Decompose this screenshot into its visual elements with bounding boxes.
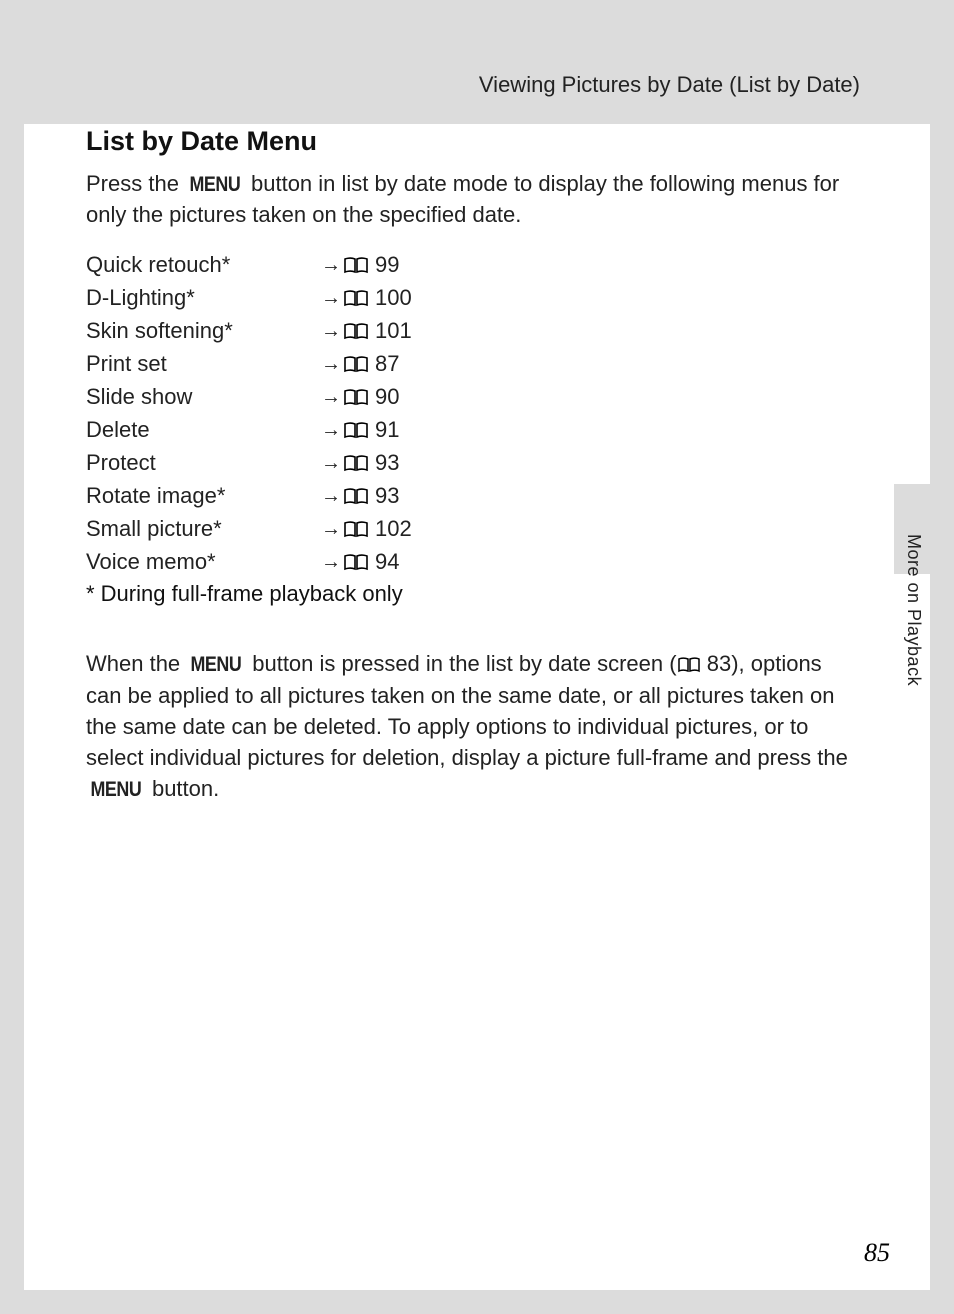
menu-item-label: Voice memo* — [86, 549, 321, 575]
footnote: * During full-frame playback only — [86, 581, 856, 607]
book-icon — [343, 323, 369, 340]
menu-item-label: Skin softening* — [86, 318, 321, 344]
menu-list: Quick retouch*→99D-Lighting*→100Skin sof… — [86, 249, 856, 579]
menu-row: Print set→ 87 — [86, 348, 856, 381]
page-reference: 100 — [375, 285, 412, 311]
menu-row: Small picture*→ 102 — [86, 513, 856, 546]
menu-row: Voice memo*→ 94 — [86, 546, 856, 579]
page: Viewing Pictures by Date (List by Date) … — [24, 24, 930, 1290]
arrow-icon: → — [321, 254, 341, 277]
book-icon — [343, 488, 369, 505]
section-heading: List by Date Menu — [86, 126, 856, 157]
page-reference: 87 — [375, 351, 399, 377]
menu-item-label: Rotate image* — [86, 483, 321, 509]
body-paragraph: When the MENU button is pressed in the l… — [86, 649, 856, 805]
body-ref-page-num: 83 — [707, 651, 731, 676]
menu-item-label: Protect — [86, 450, 321, 476]
arrow-icon: → — [321, 551, 341, 574]
arrow-icon: → — [321, 452, 341, 475]
arrow-icon: → — [321, 287, 341, 310]
body-t4: button. — [146, 776, 219, 801]
page-reference: 102 — [375, 516, 412, 542]
menu-item-label: Slide show — [86, 384, 321, 410]
page-reference: 90 — [375, 384, 399, 410]
page-reference: 94 — [375, 549, 399, 575]
arrow-icon: → — [321, 419, 341, 442]
book-icon — [343, 554, 369, 571]
menu-row: Delete→ 91 — [86, 414, 856, 447]
menu-row: Protect→ 93 — [86, 447, 856, 480]
menu-item-label: Print set — [86, 351, 321, 377]
menu-glyph: MENU — [190, 170, 241, 199]
menu-row: Rotate image*→ 93 — [86, 480, 856, 513]
menu-row: D-Lighting*→ 100 — [86, 282, 856, 315]
page-reference: 93 — [375, 483, 399, 509]
menu-item-label: Quick retouch* — [86, 252, 321, 278]
running-header: Viewing Pictures by Date (List by Date) — [479, 72, 860, 98]
book-icon — [343, 521, 369, 538]
menu-item-label: Delete — [86, 417, 321, 443]
menu-row: Quick retouch*→ 99 — [86, 249, 856, 282]
book-icon — [343, 422, 369, 439]
side-tab-label: More on Playback — [903, 534, 924, 686]
body-t1: When the — [86, 651, 186, 676]
body-t2: button is pressed in the list by date sc… — [246, 651, 676, 676]
book-icon — [343, 257, 369, 274]
menu-item-label: Small picture* — [86, 516, 321, 542]
arrow-icon: → — [321, 320, 341, 343]
arrow-icon: → — [321, 518, 341, 541]
menu-glyph: MENU — [90, 775, 141, 804]
menu-glyph: MENU — [191, 650, 242, 679]
book-icon — [343, 290, 369, 307]
page-reference: 93 — [375, 450, 399, 476]
arrow-icon: → — [321, 485, 341, 508]
book-icon — [343, 389, 369, 406]
page-number: 85 — [864, 1238, 890, 1268]
arrow-icon: → — [321, 353, 341, 376]
menu-item-label: D-Lighting* — [86, 285, 321, 311]
page-reference: 91 — [375, 417, 399, 443]
intro-text-pre: Press the — [86, 171, 185, 196]
intro-paragraph: Press the MENU button in list by date mo… — [86, 169, 856, 231]
menu-row: Slide show→ 90 — [86, 381, 856, 414]
book-icon — [343, 455, 369, 472]
book-icon — [343, 356, 369, 373]
content-area: List by Date Menu Press the MENU button … — [86, 126, 856, 805]
book-icon — [677, 651, 701, 682]
page-reference: 101 — [375, 318, 412, 344]
page-reference: 99 — [375, 252, 399, 278]
arrow-icon: → — [321, 386, 341, 409]
menu-row: Skin softening*→ 101 — [86, 315, 856, 348]
